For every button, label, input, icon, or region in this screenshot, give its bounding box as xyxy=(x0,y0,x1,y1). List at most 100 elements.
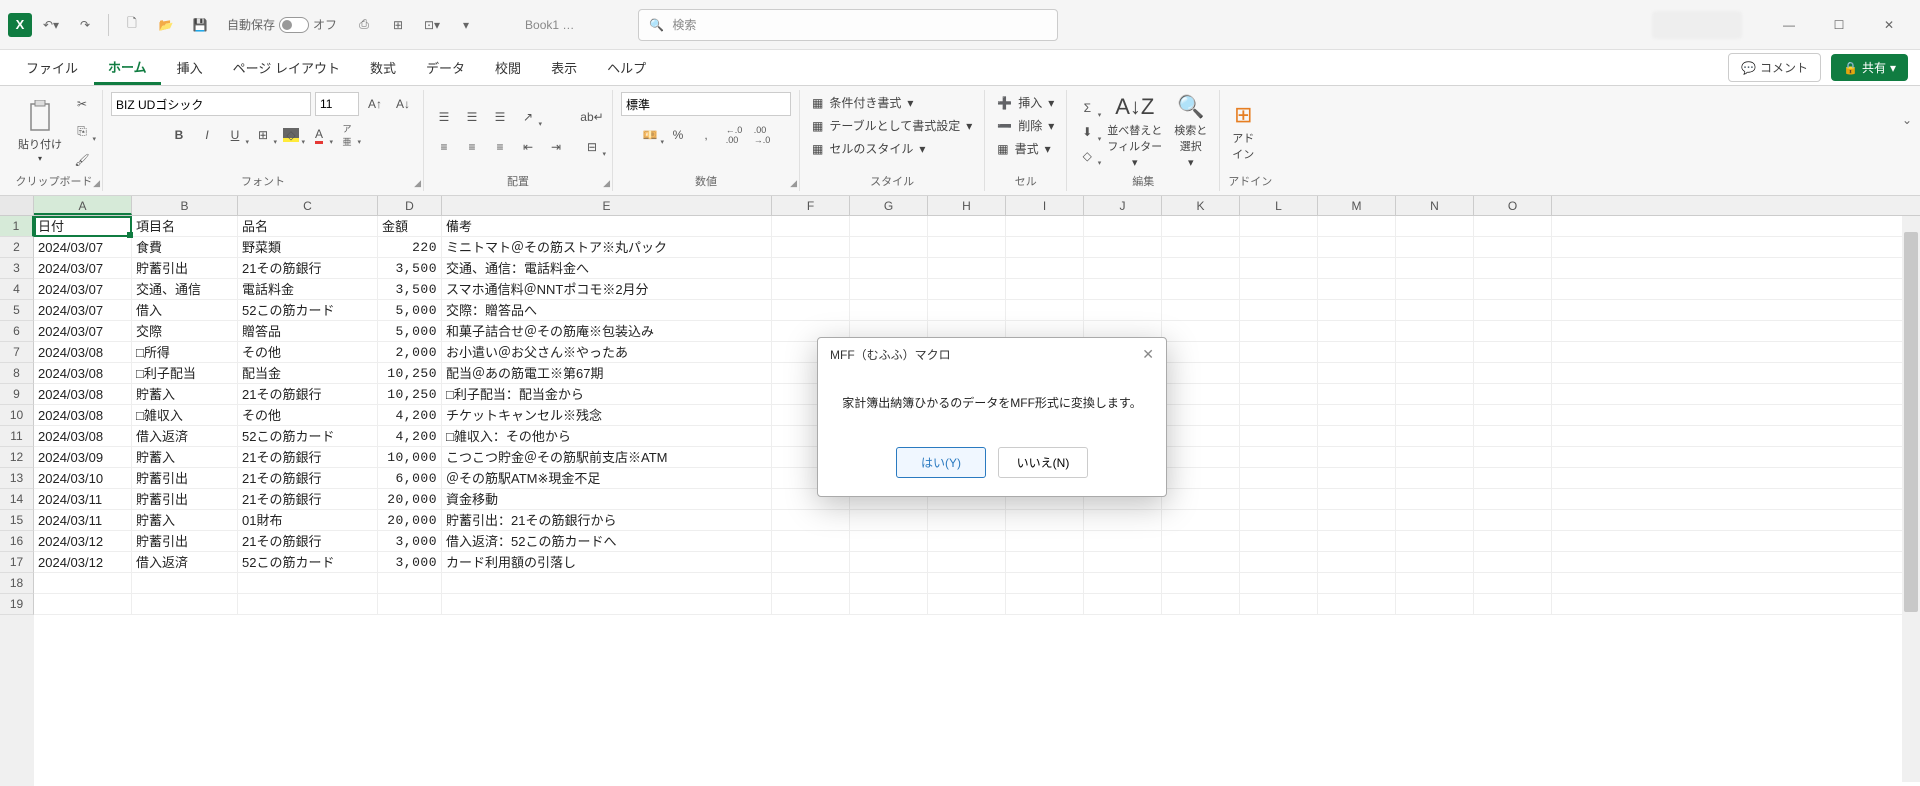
cell[interactable]: 借入 xyxy=(132,300,238,320)
cell[interactable] xyxy=(1240,363,1318,383)
cell[interactable] xyxy=(34,573,132,593)
cell[interactable] xyxy=(1162,384,1240,404)
tab-insert[interactable]: 挿入 xyxy=(163,52,217,83)
cell[interactable] xyxy=(1474,552,1552,572)
cell[interactable] xyxy=(1318,531,1396,551)
cell-styles-button[interactable]: ▦セルのスタイル ▾ xyxy=(808,138,929,159)
insert-cells-button[interactable]: ➕挿入 ▾ xyxy=(993,92,1058,113)
cell[interactable]: カード利用額の引落し xyxy=(442,552,772,572)
row-header-15[interactable]: 15 xyxy=(0,510,34,531)
cell[interactable] xyxy=(132,594,238,614)
row-header-5[interactable]: 5 xyxy=(0,300,34,321)
cell[interactable]: 21その筋銀行 xyxy=(238,447,378,467)
cell[interactable] xyxy=(1474,321,1552,341)
format-painter-button[interactable]: 🖌 xyxy=(70,149,94,171)
cell[interactable] xyxy=(238,594,378,614)
dialog-close-button[interactable]: ✕ xyxy=(1142,346,1154,363)
cell[interactable] xyxy=(1162,489,1240,509)
align-launcher[interactable]: ◢ xyxy=(603,178,610,189)
share-button[interactable]: 🔒 共有 ▾ xyxy=(1831,54,1908,81)
cell[interactable]: 220 xyxy=(378,237,442,257)
cell[interactable] xyxy=(1396,384,1474,404)
minimize-button[interactable]: — xyxy=(1766,9,1812,41)
cell[interactable] xyxy=(1240,426,1318,446)
font-size-select[interactable] xyxy=(315,92,359,116)
cell[interactable]: □雑収入：その他から xyxy=(442,426,772,446)
autosave-toggle[interactable]: 自動保存 オフ xyxy=(227,16,337,33)
cell[interactable]: 電話料金 xyxy=(238,279,378,299)
cell[interactable] xyxy=(1396,300,1474,320)
cell[interactable] xyxy=(928,510,1006,530)
cell[interactable] xyxy=(1162,468,1240,488)
cell[interactable] xyxy=(1396,489,1474,509)
cell[interactable] xyxy=(1474,384,1552,404)
cell[interactable] xyxy=(1084,258,1162,278)
paste-button[interactable]: 貼り付け ▾ xyxy=(14,98,66,165)
cell[interactable]: □所得 xyxy=(132,342,238,362)
cell[interactable]: 10,250 xyxy=(378,363,442,383)
column-header-O[interactable]: O xyxy=(1474,196,1552,215)
cell[interactable]: 項目名 xyxy=(132,216,238,236)
column-header-A[interactable]: A xyxy=(34,196,132,215)
cell[interactable] xyxy=(132,573,238,593)
cell[interactable] xyxy=(1162,321,1240,341)
row-header-18[interactable]: 18 xyxy=(0,573,34,594)
clipboard-launcher[interactable]: ◢ xyxy=(93,178,100,189)
cell[interactable]: こつこつ貯金＠その筋駅前支店※ATM xyxy=(442,447,772,467)
cell[interactable] xyxy=(1396,531,1474,551)
find-select-button[interactable]: 🔍 検索と 選択▾ xyxy=(1170,92,1211,171)
search-input[interactable]: 🔍 検索 xyxy=(638,9,1058,41)
cell[interactable]: 01財布 xyxy=(238,510,378,530)
cell[interactable] xyxy=(928,531,1006,551)
cell[interactable] xyxy=(1240,342,1318,362)
row-header-2[interactable]: 2 xyxy=(0,237,34,258)
cell[interactable] xyxy=(1240,468,1318,488)
delete-cells-button[interactable]: ➖削除 ▾ xyxy=(993,115,1058,136)
cell[interactable]: お小遣い＠お父さん※やったあ xyxy=(442,342,772,362)
cell[interactable] xyxy=(1162,300,1240,320)
indent-decrease-button[interactable]: ⇤ xyxy=(516,136,540,158)
cell[interactable]: 21その筋銀行 xyxy=(238,468,378,488)
cell[interactable] xyxy=(1396,216,1474,236)
cell[interactable] xyxy=(1318,573,1396,593)
cell[interactable] xyxy=(850,594,928,614)
cell[interactable]: 5,000 xyxy=(378,300,442,320)
decrease-font-button[interactable]: A↓ xyxy=(391,93,415,115)
column-header-D[interactable]: D xyxy=(378,196,442,215)
cell[interactable] xyxy=(1162,447,1240,467)
cell[interactable] xyxy=(850,552,928,572)
cell[interactable] xyxy=(1396,237,1474,257)
print-button[interactable]: ⎙ xyxy=(349,10,379,40)
cell[interactable]: 3,000 xyxy=(378,552,442,572)
tab-file[interactable]: ファイル xyxy=(12,52,92,83)
cell[interactable] xyxy=(850,300,928,320)
comments-button[interactable]: 💬 コメント xyxy=(1728,53,1821,82)
cell[interactable] xyxy=(1396,279,1474,299)
row-header-19[interactable]: 19 xyxy=(0,594,34,615)
fill-color-button[interactable]: ◇ xyxy=(279,124,303,146)
cell[interactable]: 貯蓄引出：21その筋銀行から xyxy=(442,510,772,530)
row-header-6[interactable]: 6 xyxy=(0,321,34,342)
cell[interactable] xyxy=(1162,405,1240,425)
cell[interactable] xyxy=(1474,237,1552,257)
cell[interactable] xyxy=(1396,342,1474,362)
cell[interactable] xyxy=(1396,573,1474,593)
cell[interactable]: 21その筋銀行 xyxy=(238,258,378,278)
cell[interactable]: その他 xyxy=(238,405,378,425)
cell[interactable]: 2024/03/07 xyxy=(34,300,132,320)
cell[interactable]: 食費 xyxy=(132,237,238,257)
tab-view[interactable]: 表示 xyxy=(537,52,591,83)
cell[interactable]: 52この筋カード xyxy=(238,300,378,320)
cell[interactable]: 貯蓄引出 xyxy=(132,489,238,509)
cell[interactable]: 貯蓄入 xyxy=(132,384,238,404)
cell[interactable] xyxy=(1474,342,1552,362)
open-button[interactable]: 📂 xyxy=(151,10,181,40)
cell[interactable] xyxy=(850,510,928,530)
cell[interactable]: 2024/03/12 xyxy=(34,552,132,572)
cell[interactable] xyxy=(772,552,850,572)
cell[interactable]: 21その筋銀行 xyxy=(238,384,378,404)
cell[interactable] xyxy=(1396,405,1474,425)
cell[interactable]: 6,000 xyxy=(378,468,442,488)
calc-button[interactable]: ⊞ xyxy=(383,10,413,40)
cell[interactable]: 貯蓄入 xyxy=(132,447,238,467)
